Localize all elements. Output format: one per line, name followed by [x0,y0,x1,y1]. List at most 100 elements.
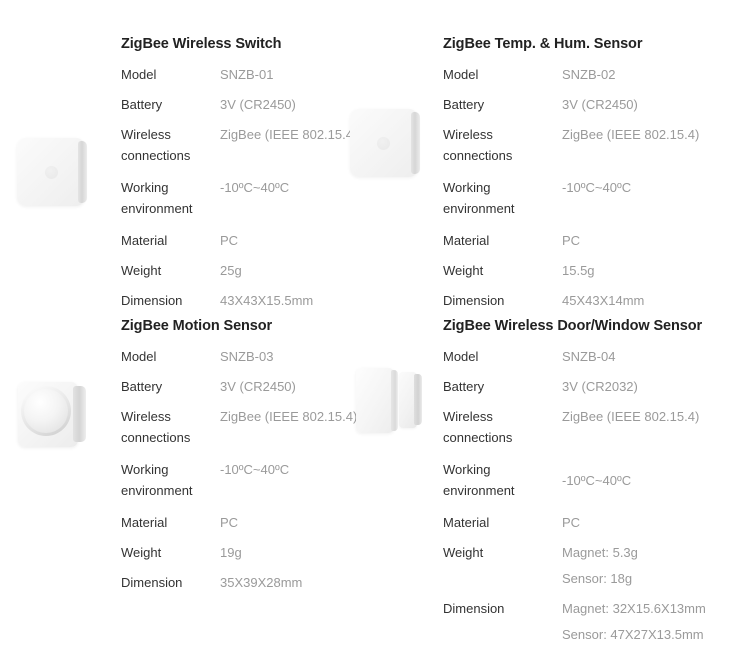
product-title: ZigBee Wireless Door/Window Sensor [443,318,702,334]
spec-row: Wireless connections ZigBee (IEEE 802.15… [121,406,371,448]
spec-row: Material PC [443,512,743,533]
spec-label: Battery [121,94,220,115]
spec-value: 19g [220,542,371,563]
spec-row: Battery 3V (CR2450) [443,94,743,115]
spec-value: Magnet: 5.3g Sensor: 18g [562,542,743,589]
spec-value: ZigBee (IEEE 802.15.4) [562,124,743,145]
spec-label: Model [121,346,220,367]
spec-row: Wireless connections ZigBee (IEEE 802.15… [443,406,743,448]
spec-label: Material [443,230,562,251]
spec-row: Dimension 35X39X28mm [121,572,371,593]
spec-value: 15.5g [562,260,743,281]
spec-value: 3V (CR2450) [220,94,371,115]
door-sensor-magnet-edge [414,374,422,425]
spec-label: Material [121,230,220,251]
spec-value: ZigBee (IEEE 802.15.4) [220,124,371,145]
spec-row: Working environment -10ºC~40ºC [121,177,371,219]
product-title: ZigBee Wireless Switch [121,36,281,52]
spec-row: Model SNZB-01 [121,64,371,85]
motion-sensor-side-edge [73,386,86,442]
spec-table: Model SNZB-03 Battery 3V (CR2450) Wirele… [121,346,371,602]
spec-row: Dimension Magnet: 32X15.6X13mm Sensor: 4… [443,598,743,645]
spec-value-line-2: Sensor: 47X27X13.5mm [562,624,743,645]
spec-label: Dimension [121,572,220,593]
spec-label: Working environment [443,177,562,219]
spec-row: Weight 15.5g [443,260,743,281]
spec-value: ZigBee (IEEE 802.15.4) [562,406,743,427]
spec-label: Wireless connections [443,406,562,448]
spec-value: ZigBee (IEEE 802.15.4) [220,406,371,427]
spec-row: Wireless connections ZigBee (IEEE 802.15… [443,124,743,166]
spec-row: Material PC [443,230,743,251]
spec-value: 45X43X14mm [562,290,743,311]
spec-row: Material PC [121,512,371,533]
spec-value: 25g [220,260,371,281]
spec-row: Working environment -10ºC~40ºC [443,177,743,219]
spec-row: Weight 25g [121,260,371,281]
spec-row: Model SNZB-02 [443,64,743,85]
spec-label: Dimension [443,598,562,619]
spec-label: Battery [443,94,562,115]
spec-row: Working environment -10ºC~40ºC [121,459,371,501]
door-sensor-body [356,368,394,433]
motion-sensor-pir-dome [24,389,68,433]
spec-label: Working environment [121,177,220,219]
spec-value: -10ºC~40ºC [220,177,371,198]
spec-value: 35X39X28mm [220,572,371,593]
temp-hum-sensor-side-edge [411,112,420,174]
spec-value: SNZB-04 [562,346,743,367]
spec-row: Dimension 43X43X15.5mm [121,290,371,311]
spec-label: Weight [121,542,220,563]
spec-value: -10ºC~40ºC [562,470,743,491]
spec-label: Weight [121,260,220,281]
spec-value: PC [220,512,371,533]
spec-label: Battery [121,376,220,397]
spec-label: Model [443,346,562,367]
spec-row: Battery 3V (CR2032) [443,376,743,397]
spec-row: Battery 3V (CR2450) [121,376,371,397]
product-title: ZigBee Temp. & Hum. Sensor [443,36,642,52]
spec-table: Model SNZB-02 Battery 3V (CR2450) Wirele… [443,64,743,320]
spec-value: SNZB-02 [562,64,743,85]
spec-label: Dimension [121,290,220,311]
spec-value: SNZB-03 [220,346,371,367]
spec-label: Battery [443,376,562,397]
spec-label: Weight [443,542,562,563]
spec-label: Model [443,64,562,85]
spec-table: Model SNZB-01 Battery 3V (CR2450) Wirele… [121,64,371,320]
spec-row: Weight Magnet: 5.3g Sensor: 18g [443,542,743,589]
spec-row: Wireless connections ZigBee (IEEE 802.15… [121,124,371,166]
spec-label: Wireless connections [443,124,562,166]
switch-side-edge [78,141,87,203]
spec-label: Wireless connections [121,406,220,448]
spec-value-line-2: Sensor: 18g [562,568,743,589]
spec-value-line-1: Magnet: 5.3g [562,545,638,560]
spec-label: Material [121,512,220,533]
spec-value-line-1: Magnet: 32X15.6X13mm [562,601,706,616]
door-sensor-side-edge [391,370,398,431]
spec-value: 3V (CR2032) [562,376,743,397]
spec-table: Model SNZB-04 Battery 3V (CR2032) Wirele… [443,346,743,654]
spec-row: Working environment -10ºC~40ºC [443,459,743,501]
spec-label: Wireless connections [121,124,220,166]
spec-row: Battery 3V (CR2450) [121,94,371,115]
spec-value: SNZB-01 [220,64,371,85]
spec-label: Working environment [443,459,562,501]
spec-value: PC [220,230,371,251]
spec-row: Material PC [121,230,371,251]
spec-value: -10ºC~40ºC [562,177,743,198]
spec-row: Model SNZB-03 [121,346,371,367]
spec-value: Magnet: 32X15.6X13mm Sensor: 47X27X13.5m… [562,598,743,645]
spec-row: Weight 19g [121,542,371,563]
product-title: ZigBee Motion Sensor [121,318,272,334]
spec-row: Dimension 45X43X14mm [443,290,743,311]
spec-value: 43X43X15.5mm [220,290,371,311]
spec-label: Dimension [443,290,562,311]
spec-label: Working environment [121,459,220,501]
spec-label: Material [443,512,562,533]
switch-logo-icon [45,166,58,179]
temp-hum-sensor-logo-icon [377,137,390,150]
spec-value: 3V (CR2450) [562,94,743,115]
spec-value: PC [562,512,743,533]
spec-label: Model [121,64,220,85]
